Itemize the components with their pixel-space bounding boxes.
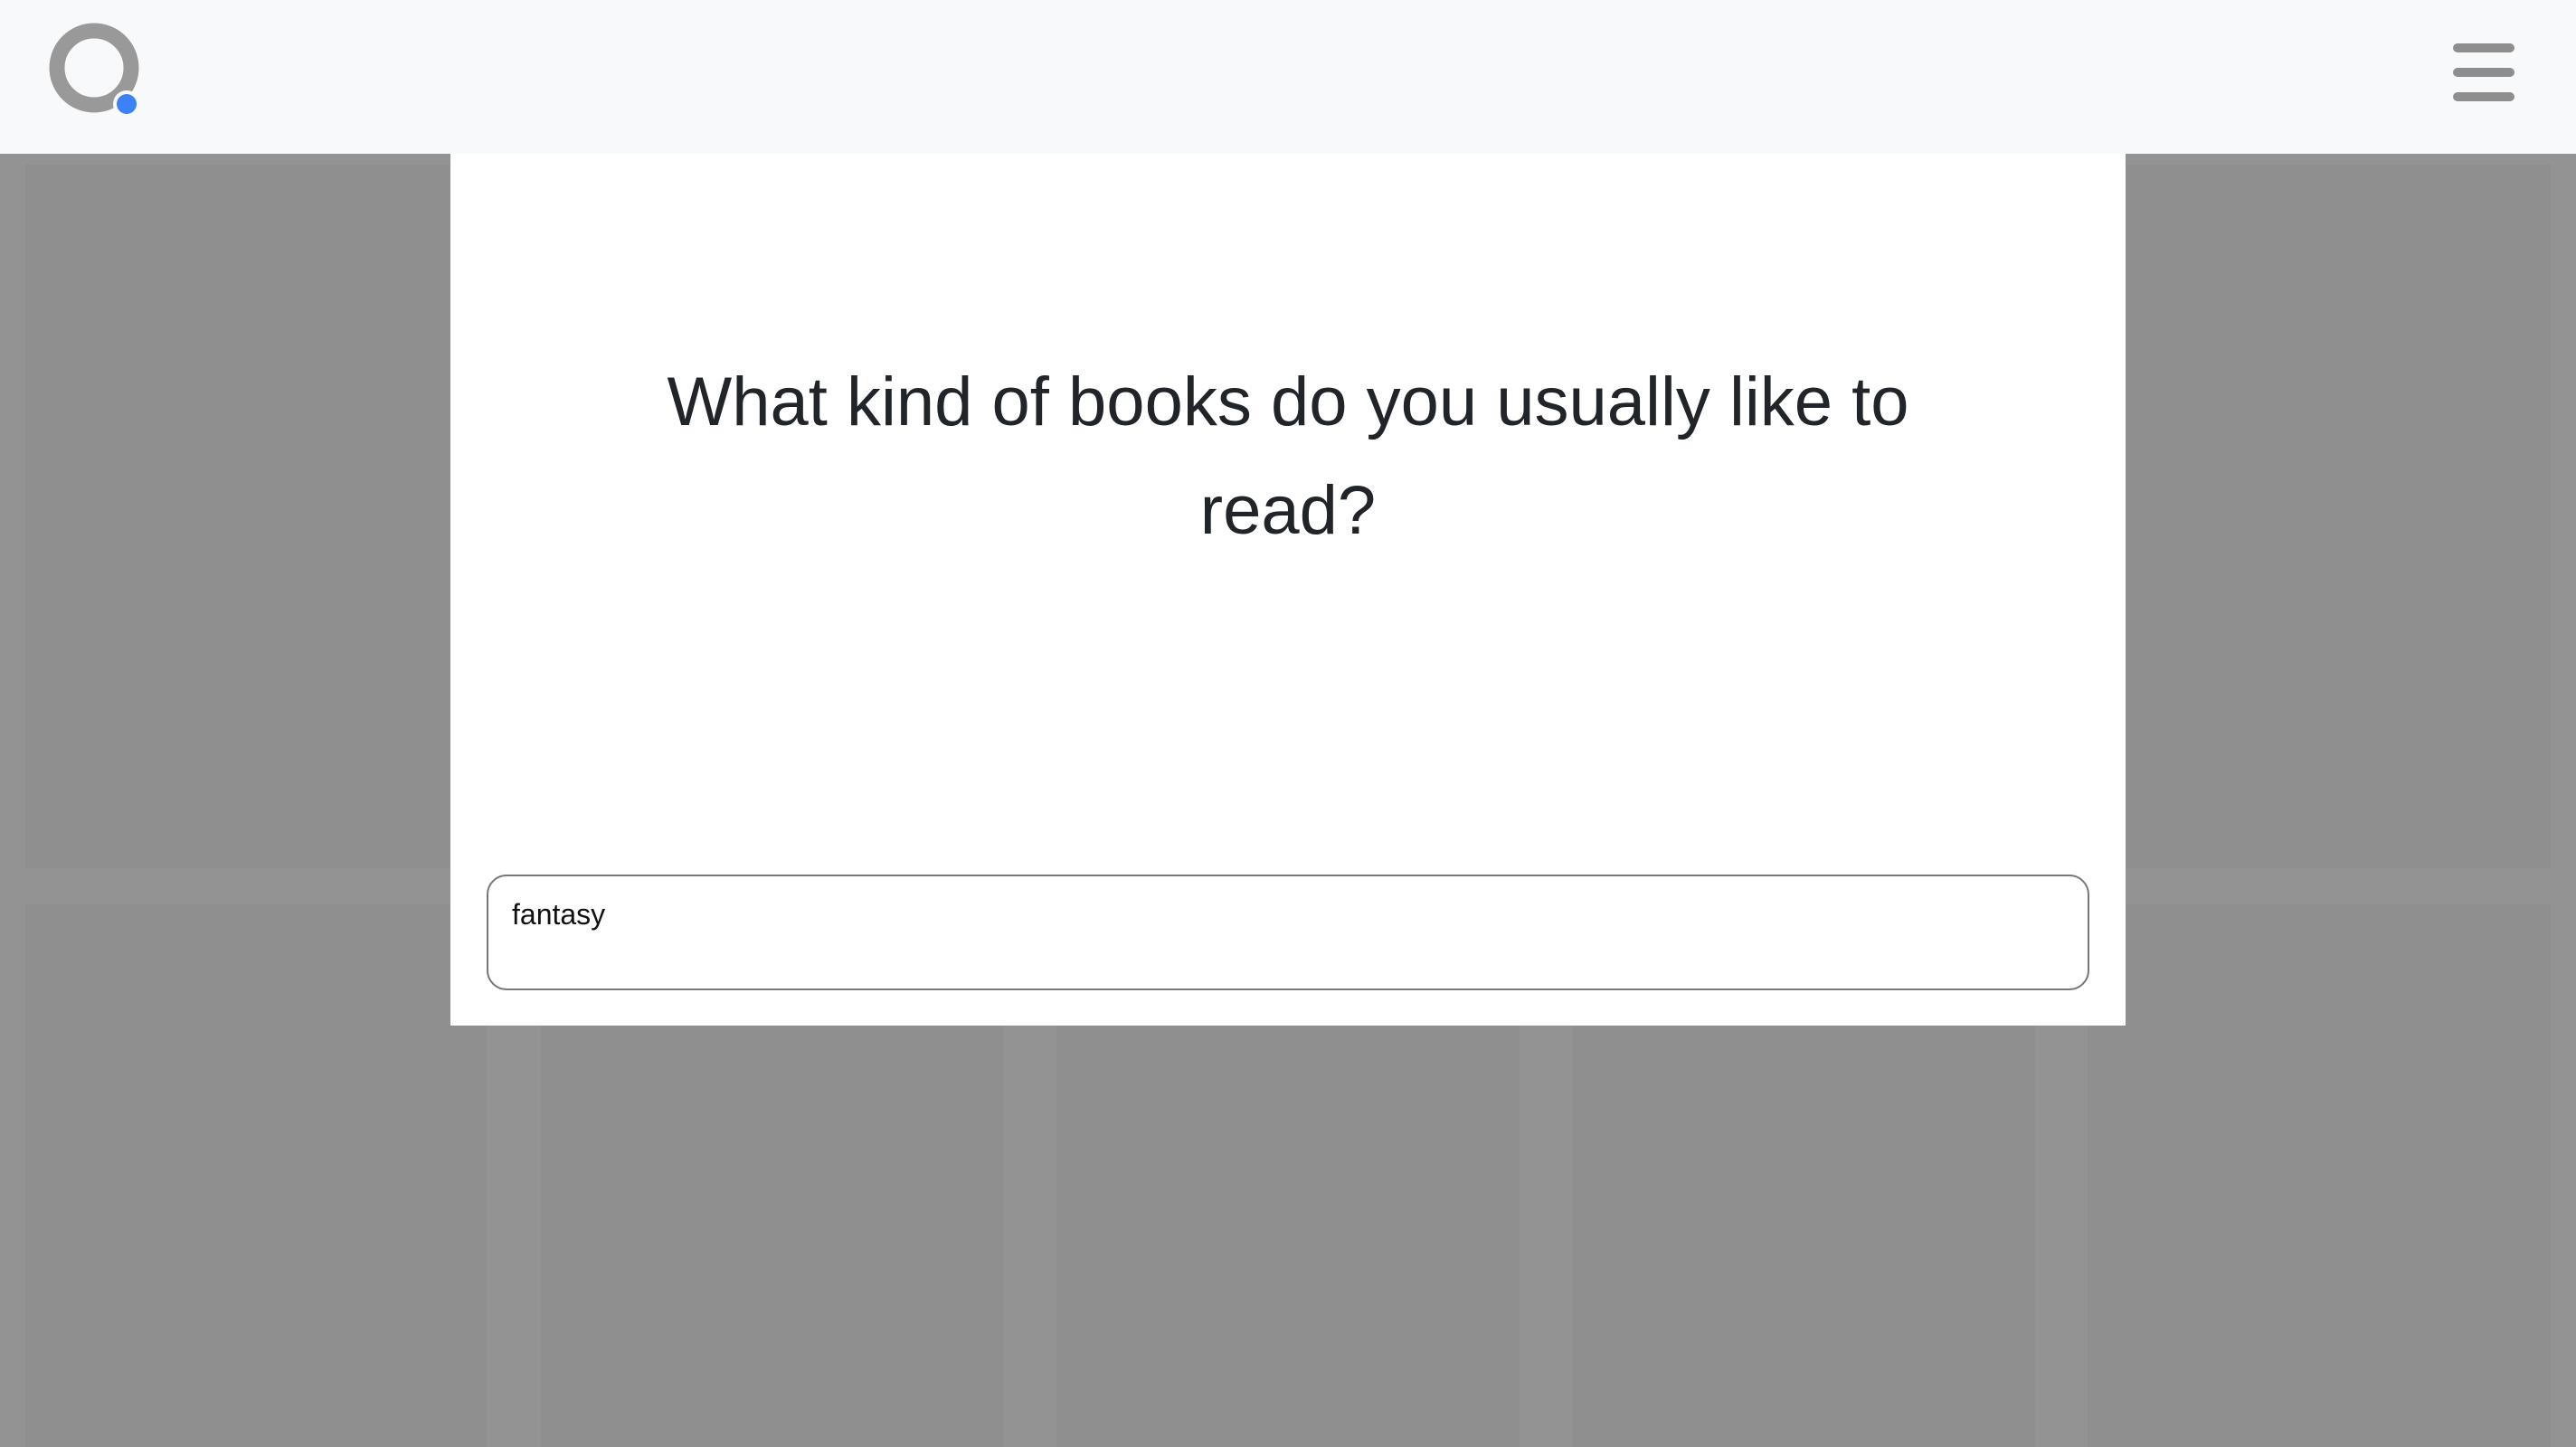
hamburger-menu-icon[interactable] xyxy=(2453,43,2514,105)
answer-input[interactable]: fantasy xyxy=(487,875,2089,990)
question-text: What kind of books do you usually like t… xyxy=(667,364,1909,549)
background-tile xyxy=(25,904,487,1447)
app-logo-icon[interactable] xyxy=(49,23,143,118)
background-tile xyxy=(2117,165,2551,868)
question-modal: What kind of books do you usually like t… xyxy=(450,154,2126,1026)
background-tile xyxy=(25,165,459,868)
background-tile xyxy=(2088,904,2551,1447)
top-header xyxy=(0,0,2576,154)
